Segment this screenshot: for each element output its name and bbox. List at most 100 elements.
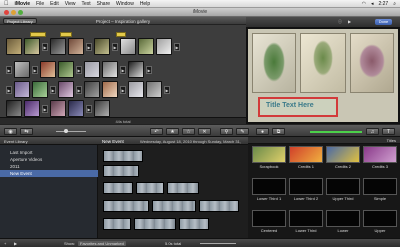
- transition-icon[interactable]: ▶: [32, 65, 38, 74]
- menu-file[interactable]: File: [36, 1, 44, 7]
- transition-icon[interactable]: ▶: [120, 65, 126, 74]
- clip-thumbnail[interactable]: [14, 61, 30, 78]
- play-event-icon[interactable]: ▶: [14, 241, 17, 246]
- clip-thumbnail[interactable]: [128, 81, 144, 98]
- menu-window[interactable]: Window: [116, 1, 134, 7]
- zoom-slider-knob[interactable]: [64, 129, 68, 133]
- transition-icon[interactable]: ▶: [76, 85, 82, 94]
- keyword-icon[interactable]: ⚲: [220, 128, 233, 135]
- transition-icon[interactable]: ▶: [174, 42, 180, 51]
- clip-thumbnail[interactable]: [40, 61, 56, 78]
- apple-icon[interactable]: : [4, 1, 9, 7]
- transition-icon[interactable]: ▶: [112, 42, 118, 51]
- clip-thumbnail[interactable]: [58, 61, 74, 78]
- clip-thumbnail[interactable]: [120, 38, 136, 55]
- swap-icon[interactable]: ⇆: [20, 128, 33, 135]
- favorite-icon[interactable]: ★: [166, 128, 179, 135]
- transition-icon[interactable]: ▶: [76, 65, 82, 74]
- menu-share[interactable]: Share: [97, 1, 110, 7]
- title-style-thumb[interactable]: [363, 178, 397, 195]
- title-style-thumb[interactable]: [363, 146, 397, 163]
- event-clip[interactable]: [103, 200, 149, 212]
- title-style-thumb[interactable]: [289, 146, 323, 163]
- title-style-thumb[interactable]: [326, 178, 360, 195]
- title-style-thumb[interactable]: [289, 210, 323, 227]
- transition-icon[interactable]: ▶: [120, 85, 126, 94]
- clip-thumbnail[interactable]: [94, 100, 110, 117]
- volume-icon[interactable]: ◂: [371, 1, 374, 7]
- menu-text[interactable]: Text: [82, 1, 91, 7]
- transition-icon[interactable]: ▶: [86, 42, 92, 51]
- event-clip[interactable]: [103, 150, 143, 162]
- title-style-thumb[interactable]: [252, 178, 286, 195]
- title-style-thumb[interactable]: [252, 210, 286, 227]
- title-style-thumb[interactable]: [363, 210, 397, 227]
- clip-thumbnail[interactable]: [84, 61, 100, 78]
- title-style-thumb[interactable]: [326, 210, 360, 227]
- clip-thumbnail[interactable]: [6, 38, 22, 55]
- event-clip[interactable]: [152, 200, 196, 212]
- clip-thumbnail[interactable]: [50, 100, 66, 117]
- event-clip[interactable]: [179, 218, 209, 230]
- wifi-icon[interactable]: ◠: [362, 1, 366, 7]
- done-button[interactable]: Done: [375, 19, 392, 25]
- spotlight-icon[interactable]: ⌕: [393, 1, 396, 7]
- event-clip[interactable]: [167, 182, 199, 194]
- clip-thumbnail[interactable]: [50, 38, 66, 55]
- clip-thumbnail[interactable]: [156, 38, 172, 55]
- clip-thumbnail[interactable]: [138, 38, 154, 55]
- menu-app-name[interactable]: iMovie: [15, 1, 31, 7]
- event-clip[interactable]: [136, 182, 164, 194]
- menu-view[interactable]: View: [65, 1, 76, 7]
- camera-import-icon[interactable]: ◉: [4, 128, 17, 135]
- transition-icon[interactable]: ▶: [6, 65, 12, 74]
- title-style-thumb[interactable]: [326, 146, 360, 163]
- play-icon[interactable]: ▶: [348, 19, 351, 24]
- clip-thumbnail[interactable]: [68, 38, 84, 55]
- title-style-thumb[interactable]: [252, 146, 286, 163]
- event-library-item-selected[interactable]: New Event: [0, 170, 98, 177]
- transition-icon[interactable]: ▶: [146, 65, 152, 74]
- transition-icon[interactable]: ▶: [164, 85, 170, 94]
- inspector-icon[interactable]: ✎: [236, 128, 249, 135]
- transition-icon[interactable]: ▶: [6, 85, 12, 94]
- add-event-icon[interactable]: +: [4, 241, 6, 246]
- transition-icon[interactable]: ▶: [42, 104, 48, 113]
- clip-thumbnail[interactable]: [6, 100, 22, 117]
- event-clip[interactable]: [103, 165, 139, 177]
- clip-thumbnail[interactable]: [24, 38, 40, 55]
- event-library-item[interactable]: 2011: [0, 163, 98, 170]
- clip-thumbnail[interactable]: [128, 61, 144, 78]
- clip-thumbnail[interactable]: [14, 81, 30, 98]
- event-clip[interactable]: [103, 218, 131, 230]
- clip-thumbnail[interactable]: [32, 81, 48, 98]
- info-icon[interactable]: ⓘ: [338, 19, 342, 25]
- clip-thumbnail[interactable]: [94, 38, 110, 55]
- event-clip[interactable]: [103, 182, 133, 194]
- undo-icon[interactable]: ↶: [150, 128, 163, 135]
- crop-icon[interactable]: ⧉: [272, 128, 285, 135]
- event-clip[interactable]: [134, 218, 176, 230]
- menu-help[interactable]: Help: [140, 1, 150, 7]
- title-text-overlay[interactable]: Title Text Here: [258, 97, 338, 117]
- clip-thumbnail[interactable]: [58, 81, 74, 98]
- title-icon[interactable]: T: [382, 128, 395, 135]
- music-icon[interactable]: ♫: [366, 128, 379, 135]
- transition-icon[interactable]: ▶: [50, 85, 56, 94]
- clip-thumbnail[interactable]: [146, 81, 162, 98]
- zoom-slider[interactable]: [56, 131, 86, 132]
- clip-thumbnail[interactable]: [24, 100, 40, 117]
- transition-icon[interactable]: ▶: [42, 42, 48, 51]
- unmark-icon[interactable]: ☆: [182, 128, 195, 135]
- event-clip[interactable]: [199, 200, 239, 212]
- transition-icon[interactable]: ▶: [86, 104, 92, 113]
- title-style-thumb[interactable]: [289, 178, 323, 195]
- show-filter-select[interactable]: Favorites and Unmarked: [78, 240, 126, 246]
- clip-thumbnail[interactable]: [84, 81, 100, 98]
- event-library-item[interactable]: Aperture Videos: [0, 156, 98, 163]
- clip-thumbnail[interactable]: [102, 81, 118, 98]
- clip-thumbnail[interactable]: [68, 100, 84, 117]
- menu-clock[interactable]: 2:27: [378, 1, 388, 7]
- event-library-item[interactable]: Last Import: [0, 149, 98, 156]
- menu-edit[interactable]: Edit: [50, 1, 59, 7]
